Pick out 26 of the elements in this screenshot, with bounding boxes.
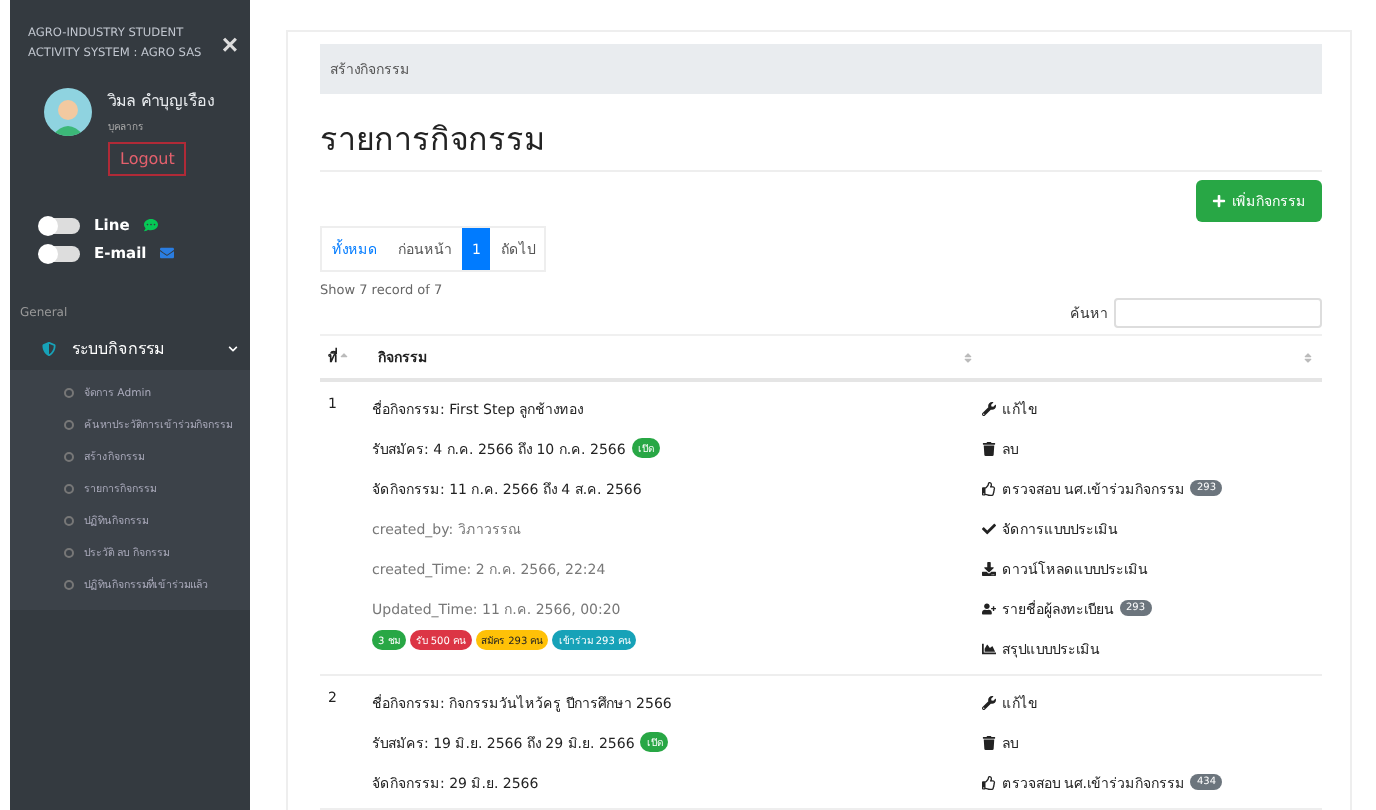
- close-button[interactable]: ×: [221, 24, 238, 64]
- trash-icon: [982, 441, 996, 455]
- avatar: [44, 88, 92, 136]
- toggle-switch[interactable]: [40, 245, 80, 261]
- envelope-icon: [160, 246, 175, 260]
- search-field[interactable]: [1114, 298, 1322, 328]
- check-icon: [982, 521, 996, 535]
- trash-icon: [982, 735, 996, 749]
- download-icon: [982, 561, 996, 575]
- thumbs-up-icon: [982, 775, 996, 789]
- page-title: รายการกิจกรรม: [320, 114, 1322, 172]
- menu-group[interactable]: ระบบกิจกรรม: [10, 328, 250, 370]
- sort-icon: [338, 351, 350, 363]
- shield-icon: [42, 342, 56, 356]
- sort-icon: [1302, 351, 1314, 363]
- chevron-icon: [228, 344, 238, 354]
- chart-icon: [982, 641, 996, 655]
- sort-icon: [962, 351, 974, 363]
- thumbs-up-icon: [982, 481, 996, 495]
- plus-icon: [1212, 194, 1226, 208]
- toggle-switch[interactable]: [40, 217, 80, 233]
- wrench-icon: [982, 401, 996, 415]
- chat-icon: [143, 218, 158, 232]
- user-name: วิมล คำบุญเรือง: [108, 90, 216, 114]
- user-plus-icon: [982, 601, 996, 615]
- wrench-icon: [982, 695, 996, 709]
